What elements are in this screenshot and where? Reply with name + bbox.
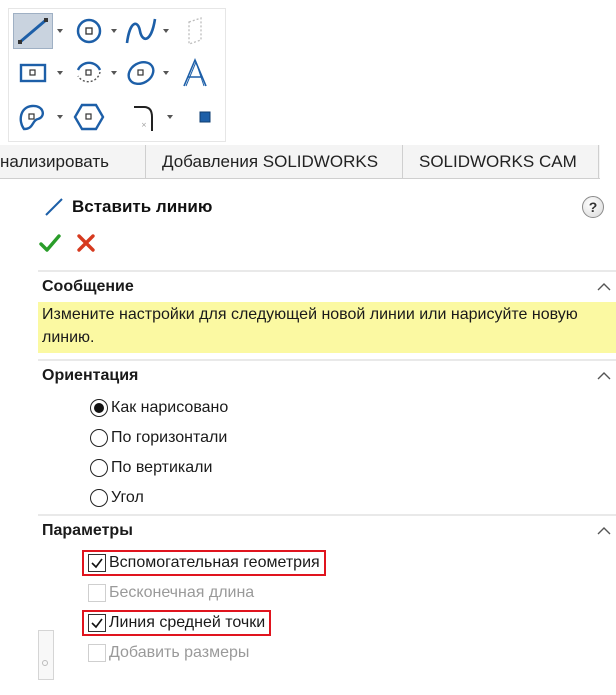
- chevron-up-icon[interactable]: [596, 368, 612, 384]
- orientation-section: Ориентация Как нарисовано По горизонтали…: [38, 359, 616, 513]
- option-label: Угол: [111, 489, 144, 506]
- plane-icon[interactable]: [175, 13, 215, 49]
- fillet-icon[interactable]: [13, 99, 53, 135]
- help-button[interactable]: ?: [582, 196, 604, 218]
- side-panel-handle[interactable]: [38, 630, 54, 680]
- ok-cancel-bar: [38, 230, 98, 256]
- radio-button[interactable]: [90, 459, 108, 477]
- highlight-box: Линия средней точки: [82, 610, 272, 636]
- checkmark-icon: [39, 234, 61, 252]
- rectangle-dropdown-arrow[interactable]: [55, 55, 65, 91]
- option-label: Вспомогательная геометрия: [109, 554, 320, 571]
- section-title: Ориентация: [42, 367, 139, 384]
- rectangle-icon[interactable]: [13, 55, 53, 91]
- parameter-construction-geometry[interactable]: Вспомогательная геометрия: [82, 548, 616, 578]
- option-label: Бесконечная длина: [109, 584, 255, 601]
- line-icon: [44, 197, 64, 217]
- spline-icon[interactable]: [121, 13, 161, 49]
- ok-button[interactable]: [38, 231, 62, 255]
- radio-button[interactable]: [90, 429, 108, 447]
- property-manager-header: Вставить линию ?: [38, 192, 612, 222]
- line-icon[interactable]: [13, 13, 53, 49]
- orientation-option-horizontal[interactable]: По горизонтали: [90, 423, 616, 453]
- cancel-button[interactable]: [74, 231, 98, 255]
- checkbox: [88, 644, 106, 662]
- option-label: По вертикали: [111, 459, 213, 476]
- orientation-option-angle[interactable]: Угол: [90, 483, 616, 513]
- section-title: Сообщение: [42, 278, 134, 295]
- checkbox[interactable]: [88, 614, 106, 632]
- option-label: Добавить размеры: [109, 644, 250, 661]
- checkbox: [88, 584, 106, 602]
- trim-icon[interactable]: ×: [127, 99, 167, 135]
- checkmark-icon: [91, 618, 103, 629]
- parameter-infinite-length: Бесконечная длина: [82, 578, 616, 608]
- trim-dropdown-arrow[interactable]: [165, 99, 175, 135]
- tab-analyze[interactable]: нализировать: [0, 145, 146, 179]
- orientation-option-vertical[interactable]: По вертикали: [90, 453, 616, 483]
- option-label: Линия средней точки: [109, 614, 266, 631]
- page-title: Вставить линию: [72, 197, 213, 216]
- sketch-toolbar: ×: [8, 8, 226, 142]
- parameter-midpoint-line[interactable]: Линия средней точки: [82, 608, 616, 638]
- message-section-header[interactable]: Сообщение: [38, 270, 616, 302]
- arc-dropdown-arrow[interactable]: [109, 55, 119, 91]
- circle-dropdown-arrow[interactable]: [109, 13, 119, 49]
- chevron-up-icon[interactable]: [596, 279, 612, 295]
- arc-icon[interactable]: [69, 55, 109, 91]
- parameter-add-dimensions: Добавить размеры: [82, 638, 616, 668]
- parameters-section: Параметры Вспомогательная геометрия Беск…: [38, 514, 616, 668]
- parameters-section-header[interactable]: Параметры: [38, 514, 616, 546]
- tab-solidworks-addins[interactable]: Добавления SOLIDWORKS: [146, 145, 403, 179]
- orientation-section-header[interactable]: Ориентация: [38, 359, 616, 391]
- checkbox[interactable]: [88, 554, 106, 572]
- fillet-dropdown-arrow[interactable]: [55, 99, 65, 135]
- checkmark-icon: [91, 558, 103, 569]
- highlight-box: Вспомогательная геометрия: [82, 550, 326, 576]
- radio-button[interactable]: [90, 489, 108, 507]
- polygon-icon[interactable]: [69, 99, 109, 135]
- ellipse-icon[interactable]: [121, 55, 161, 91]
- text-icon[interactable]: [175, 55, 215, 91]
- svg-text:×: ×: [141, 121, 147, 129]
- chevron-up-icon[interactable]: [596, 523, 612, 539]
- tab-solidworks-cam[interactable]: SOLIDWORKS CAM: [403, 145, 599, 179]
- circle-icon[interactable]: [69, 13, 109, 49]
- line-dropdown-arrow[interactable]: [55, 13, 65, 49]
- option-label: По горизонтали: [111, 429, 228, 446]
- radio-button[interactable]: [90, 399, 108, 417]
- spline-dropdown-arrow[interactable]: [161, 13, 171, 49]
- close-icon: [77, 234, 95, 252]
- insert-line-property-manager: Вставить линию ? Сообщение Измените наст…: [38, 180, 616, 695]
- message-text: Измените настройки для следующей новой л…: [38, 302, 616, 353]
- section-title: Параметры: [42, 522, 133, 539]
- orientation-option-as-sketched[interactable]: Как нарисовано: [90, 393, 616, 423]
- command-manager-tabs: нализировать Добавления SOLIDWORKS SOLID…: [0, 145, 600, 179]
- message-section: Сообщение Измените настройки для следующ…: [38, 270, 616, 353]
- ellipse-dropdown-arrow[interactable]: [161, 55, 171, 91]
- option-label: Как нарисовано: [111, 399, 229, 416]
- point-icon[interactable]: [185, 99, 225, 135]
